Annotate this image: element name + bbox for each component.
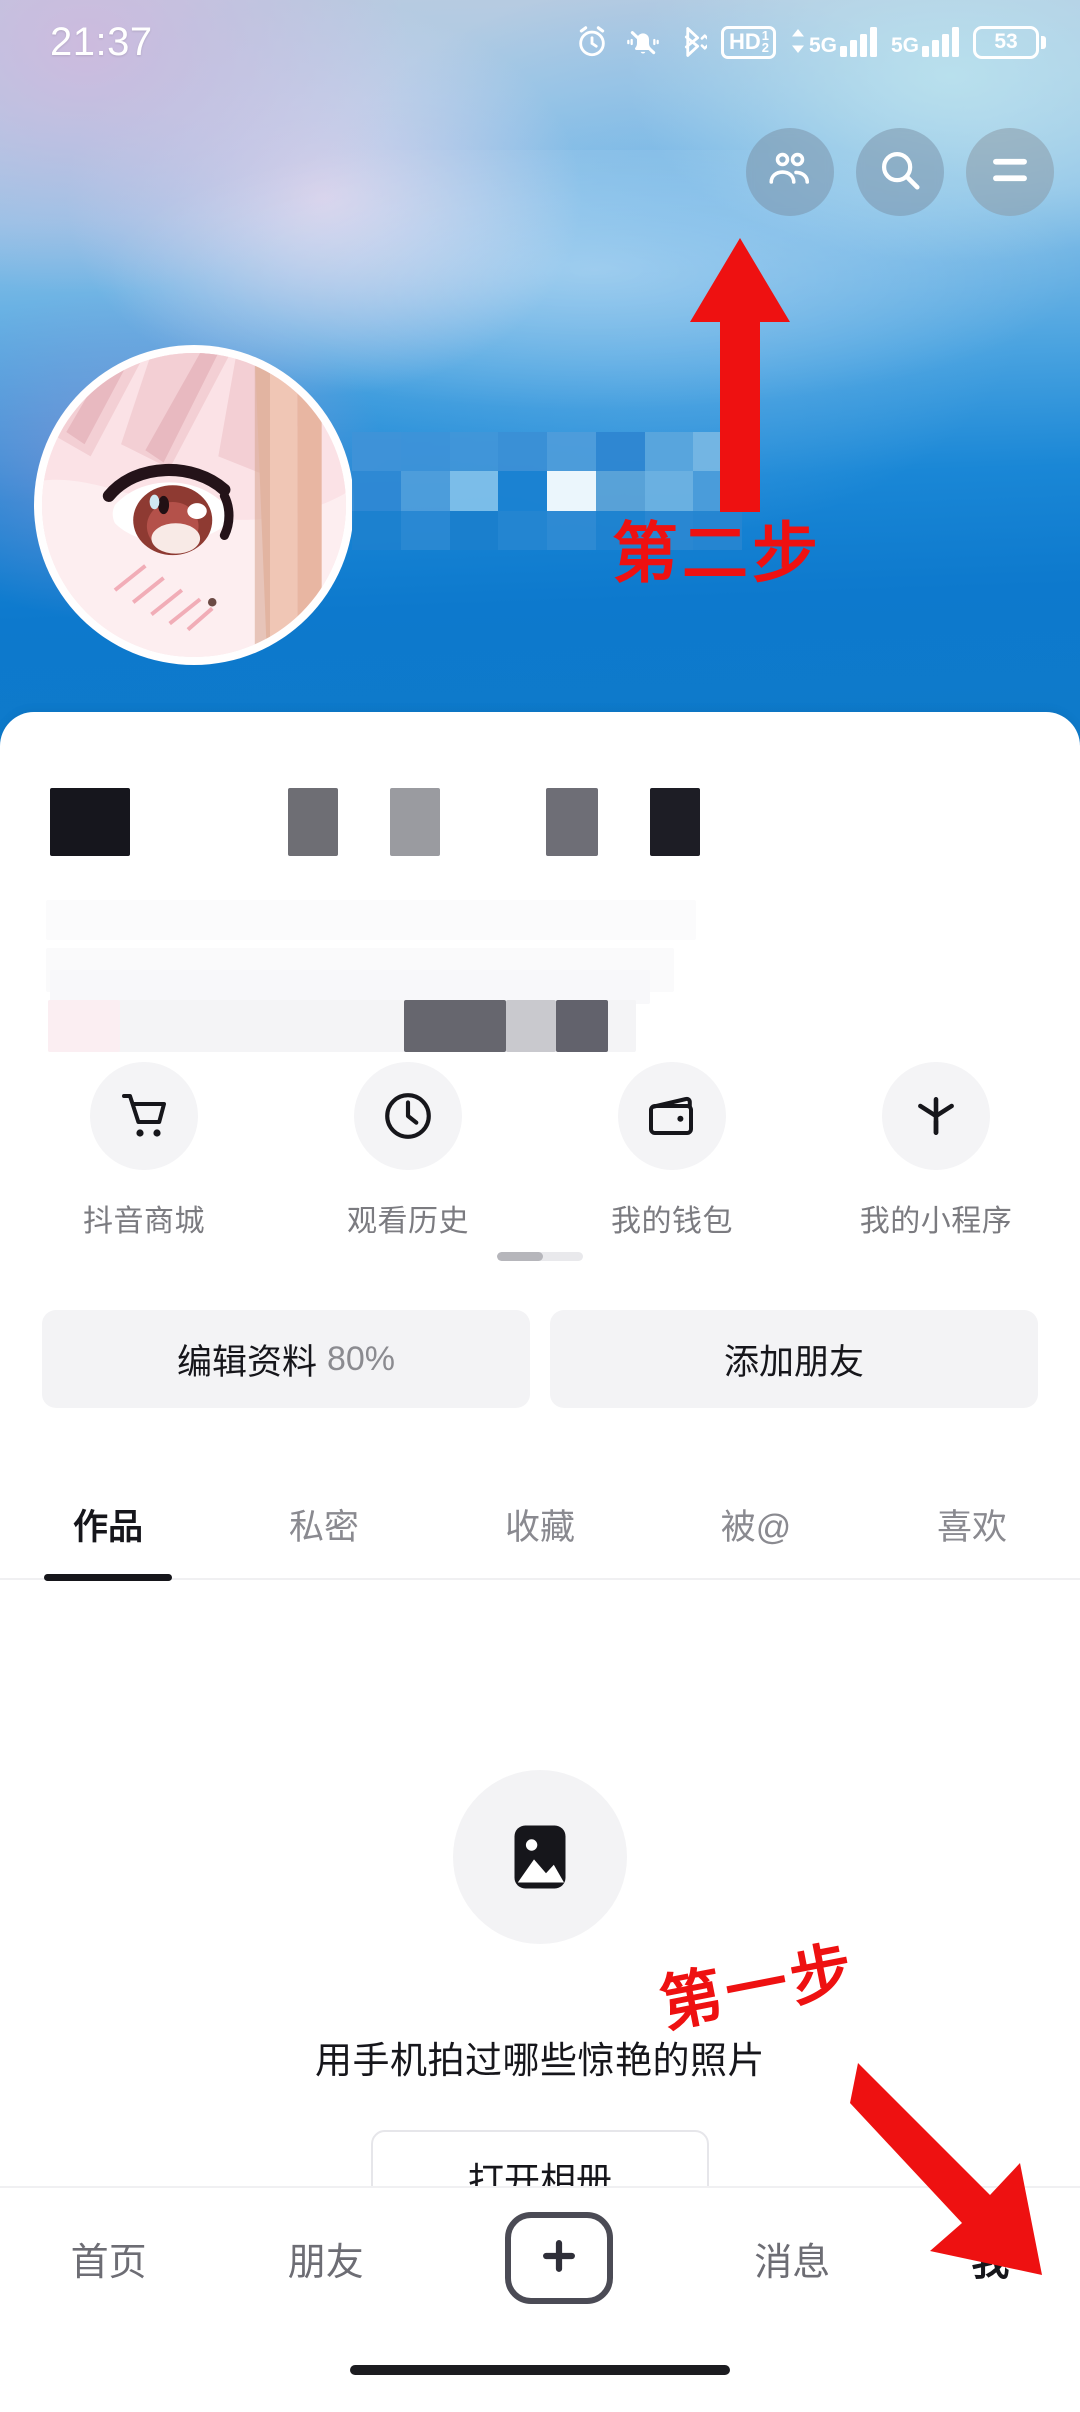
redacted-profile-info bbox=[0, 752, 1080, 1052]
hamburger-menu-icon bbox=[988, 153, 1032, 192]
quick-action-label: 抖音商城 bbox=[83, 1205, 205, 1238]
bell-muted-icon bbox=[623, 26, 663, 58]
quick-action-label: 我的小程序 bbox=[859, 1205, 1013, 1238]
shopping-cart-icon bbox=[90, 1062, 198, 1170]
tab-favorites[interactable]: 收藏 bbox=[432, 1469, 648, 1579]
nav-item-friends[interactable]: 朋友 bbox=[288, 2231, 364, 2286]
quick-action-history[interactable]: 观看历史 bbox=[298, 1062, 518, 1240]
empty-state: 用手机拍过哪些惊艳的照片 打开相册 bbox=[0, 1770, 1080, 2226]
wallet-icon bbox=[618, 1062, 726, 1170]
quick-action-miniapp[interactable]: 我的小程序 bbox=[826, 1062, 1046, 1240]
quick-action-label: 观看历史 bbox=[347, 1205, 469, 1238]
header-actions bbox=[746, 128, 1054, 216]
plus-icon bbox=[537, 2234, 581, 2283]
menu-button[interactable] bbox=[966, 128, 1054, 216]
profile-tabs: 作品 私密 收藏 被@ 喜欢 bbox=[0, 1470, 1080, 1580]
battery-icon: 53 bbox=[973, 25, 1046, 59]
edit-profile-percent: 80% bbox=[326, 1339, 396, 1378]
battery-percent-label: 53 bbox=[973, 25, 1039, 59]
bluetooth-icon bbox=[677, 25, 707, 59]
alarm-clock-icon bbox=[575, 25, 609, 59]
signal-5g-sim2-icon: 5G bbox=[891, 27, 959, 57]
nav-item-messages[interactable]: 消息 bbox=[754, 2231, 830, 2286]
asterisk-icon bbox=[882, 1062, 990, 1170]
system-gesture-bar bbox=[0, 2328, 1080, 2412]
avatar-image bbox=[42, 353, 346, 657]
tab-private[interactable]: 私密 bbox=[216, 1469, 432, 1579]
quick-actions-row: 抖音商城 观看历史 我的钱包 我的小程序 bbox=[0, 1062, 1080, 1240]
edit-profile-button[interactable]: 编辑资料 80% bbox=[42, 1310, 530, 1408]
douyin-profile-screen: 21:37 HD 1 2 5G 5G 53 抖音商城 观看历史 我的钱包 我的小… bbox=[0, 0, 1080, 2412]
quick-actions-scroll-indicator[interactable] bbox=[497, 1252, 583, 1261]
status-bar: 21:37 HD 1 2 5G 5G 53 bbox=[0, 0, 1080, 84]
tab-works[interactable]: 作品 bbox=[0, 1469, 216, 1579]
annotation-step-2: 第二步 bbox=[612, 515, 822, 592]
tab-likes[interactable]: 喜欢 bbox=[864, 1469, 1080, 1579]
search-icon bbox=[877, 147, 923, 198]
quick-action-wallet[interactable]: 我的钱包 bbox=[562, 1062, 782, 1240]
clock-icon bbox=[354, 1062, 462, 1170]
friends-button[interactable] bbox=[746, 128, 834, 216]
avatar[interactable] bbox=[34, 345, 354, 665]
quick-action-label: 我的钱包 bbox=[611, 1205, 733, 1238]
tab-mentions[interactable]: 被@ bbox=[648, 1469, 864, 1579]
edit-profile-label: 编辑资料 bbox=[176, 1342, 317, 1382]
empty-state-text: 用手机拍过哪些惊艳的照片 bbox=[315, 2040, 765, 2081]
nav-item-home[interactable]: 首页 bbox=[71, 2231, 147, 2286]
profile-action-buttons: 编辑资料 80% 添加朋友 bbox=[0, 1310, 1080, 1408]
nav-item-me[interactable]: 我 bbox=[971, 2231, 1009, 2286]
bottom-navigation: 首页 朋友 消息 我 bbox=[0, 2186, 1080, 2328]
hd-volte-icon: HD 1 2 bbox=[720, 25, 776, 59]
quick-action-mall[interactable]: 抖音商城 bbox=[34, 1062, 254, 1240]
nav-item-create[interactable] bbox=[505, 2212, 613, 2304]
search-button[interactable] bbox=[856, 128, 944, 216]
image-placeholder-icon bbox=[453, 1770, 627, 1944]
people-icon bbox=[766, 148, 814, 197]
add-friend-label: 添加朋友 bbox=[723, 1342, 864, 1382]
add-friend-button[interactable]: 添加朋友 bbox=[550, 1310, 1038, 1408]
status-bar-clock: 21:37 bbox=[50, 19, 153, 64]
signal-5g-sim1-icon: 5G bbox=[790, 27, 877, 57]
status-bar-icons: HD 1 2 5G 5G 53 bbox=[575, 25, 1046, 59]
